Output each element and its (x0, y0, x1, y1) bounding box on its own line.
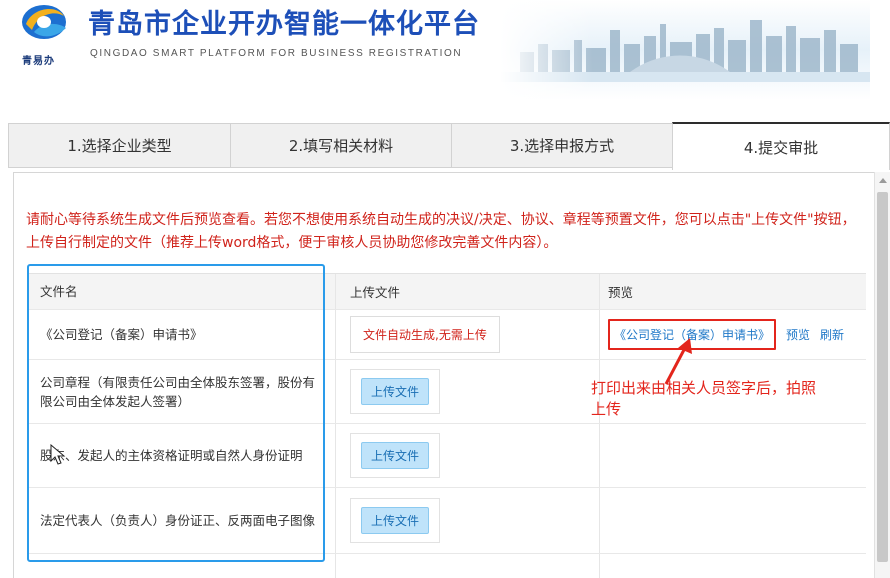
auto-generated-status: 文件自动生成,无需上传 (350, 316, 500, 353)
qingdao-logo-icon (22, 5, 66, 39)
upload-file-button[interactable]: 上传文件 (361, 378, 430, 405)
scroll-thumb[interactable] (877, 192, 888, 562)
logo-caption: 青易办 (22, 56, 55, 67)
vertical-scrollbar[interactable] (874, 172, 890, 578)
scroll-up-icon[interactable] (879, 178, 887, 183)
platform-subtitle: QINGDAO SMART PLATFORM FOR BUSINESS REGI… (90, 48, 463, 59)
preview-cell (600, 488, 866, 553)
tab-label: 4.提交审批 (743, 138, 819, 157)
annotation-note: 打印出来由相关人员签字后，拍照上传 (591, 379, 817, 418)
platform-title: 青岛市企业开办智能一体化平台 (88, 9, 480, 40)
step-tabs: 1.选择企业类型 2.填写相关材料 3.选择申报方式 4.提交审批 (8, 122, 890, 170)
table-row (28, 554, 866, 578)
preview-cell (600, 424, 866, 487)
tab-label: 1.选择企业类型 (67, 137, 172, 155)
upload-wrapper: 上传文件 (350, 433, 441, 478)
file-name: 法定代表人（负责人）身份证正、反两面电子图像 (28, 488, 336, 553)
table-row: 《公司登记（备案）申请书》 文件自动生成,无需上传 《公司登记（备案）申请书》 … (28, 310, 866, 360)
notice-text: 请耐心等待系统生成文件后预览查看。若您不想使用系统自动生成的决议/决定、协议、章… (26, 212, 856, 251)
content-panel: 请耐心等待系统生成文件后预览查看。若您不想使用系统自动生成的决议/决定、协议、章… (13, 172, 875, 578)
city-skyline-image (500, 0, 870, 100)
app-root: 青易办 青岛市企业开办智能一体化平台 QINGDAO SMART PLATFOR… (0, 0, 890, 578)
table-header-row: 文件名 上传文件 预览 (28, 274, 866, 310)
header-upload: 上传文件 (336, 274, 600, 309)
tab-select-declaration-method[interactable]: 3.选择申报方式 (451, 123, 672, 168)
table-row: 法定代表人（负责人）身份证正、反两面电子图像 上传文件 (28, 488, 866, 554)
upload-wrapper: 上传文件 (350, 498, 441, 543)
upload-file-button[interactable]: 上传文件 (361, 507, 430, 534)
tab-label: 2.填写相关材料 (288, 137, 394, 155)
file-name: 股东、发起人的主体资格证明或自然人身份证明 (28, 424, 336, 487)
header: 青易办 青岛市企业开办智能一体化平台 QINGDAO SMART PLATFOR… (0, 0, 890, 100)
upload-cell: 文件自动生成,无需上传 (336, 310, 600, 359)
tab-fill-materials[interactable]: 2.填写相关材料 (230, 123, 451, 168)
tab-submit-approval[interactable]: 4.提交审批 (672, 122, 890, 170)
tab-select-company-type[interactable]: 1.选择企业类型 (8, 123, 230, 168)
documents-table: 文件名 上传文件 预览 《公司登记（备案）申请书》 文件自动生成,无需上传 《公… (28, 273, 866, 578)
upload-cell: 上传文件 (336, 488, 600, 553)
file-name: 《公司登记（备案）申请书》 (28, 310, 336, 359)
upload-cell: 上传文件 (336, 424, 600, 487)
upload-wrapper: 上传文件 (350, 369, 441, 414)
upload-cell: 上传文件 (336, 360, 600, 423)
upload-file-button[interactable]: 上传文件 (361, 442, 430, 469)
header-preview: 预览 (608, 285, 634, 300)
preview-link[interactable]: 预览 (786, 326, 810, 343)
header-filename: 文件名 (28, 274, 336, 309)
tab-label: 3.选择申报方式 (509, 137, 615, 155)
mouse-cursor-icon (50, 444, 66, 465)
table-row: 股东、发起人的主体资格证明或自然人身份证明 上传文件 (28, 424, 866, 488)
file-name: 公司章程（有限责任公司由全体股东签署，股份有限公司由全体发起人签署） (28, 360, 336, 423)
refresh-link[interactable]: 刷新 (820, 326, 844, 343)
